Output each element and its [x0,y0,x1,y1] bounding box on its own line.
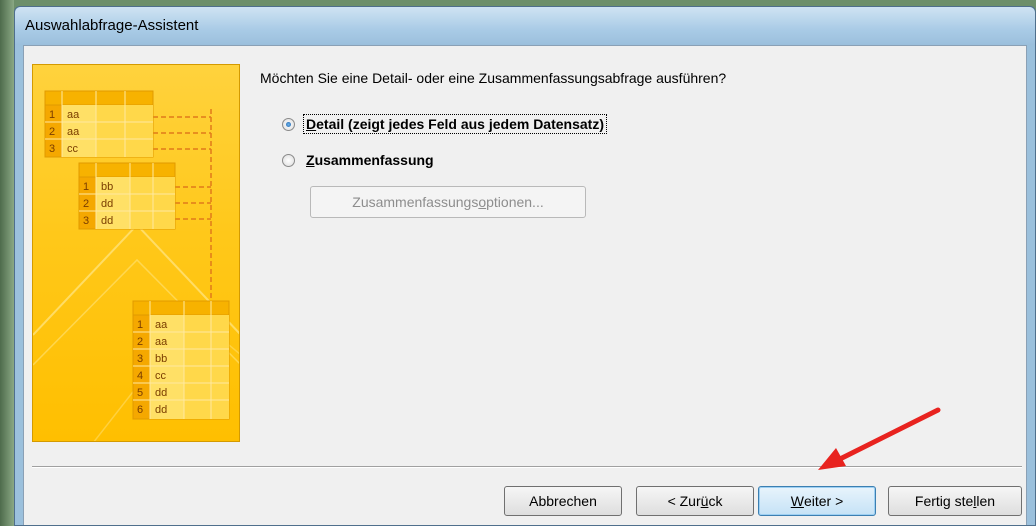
t3-n-3: 4 [137,370,143,382]
t3-n-1: 2 [137,336,143,348]
t1-n-1: 2 [49,126,55,138]
illustration-table-3 [132,300,230,420]
t1-n-2: 3 [49,143,55,155]
t2-n-0: 1 [83,181,89,193]
t3-n-4: 5 [137,387,143,399]
radio-detail[interactable]: Detail (zeigt jedes Feld aus jedem Daten… [282,114,607,134]
radio-detail-indicator[interactable] [282,117,295,131]
summary-options-mnemonic: o [478,194,487,210]
t1-v-2: cc [67,143,79,155]
t3-v-2: bb [155,353,167,365]
t2-n-1: 2 [83,198,89,210]
finish-text-a: Fertig ste [914,493,974,509]
summary-options-button[interactable]: Zusammenfassungs o ptionen... [310,186,586,218]
radio-detail-label[interactable]: Detail (zeigt jedes Feld aus jedem Daten… [303,114,607,134]
t3-n-5: 6 [137,404,143,416]
t3-v-3: cc [155,370,167,382]
desktop-background [0,0,14,526]
finish-button[interactable]: Fertig ste l len [888,486,1022,516]
t3-n-0: 1 [137,319,143,331]
wizard-window: Auswahlabfrage-Assistent 1 aa 2 aa 3 cc … [14,6,1036,526]
radio-summary[interactable]: Zusammenfassung [282,150,437,170]
back-text-b: ck [708,493,723,509]
next-text: eiter > [803,493,844,509]
t2-v-0: bb [101,181,113,193]
button-separator [32,466,1022,468]
t3-v-1: aa [155,336,168,348]
radio-summary-text: usammenfassung [314,152,434,168]
back-button[interactable]: < Zur ü ck [636,486,754,516]
t1-n-0: 1 [49,109,55,121]
wizard-client-area: 1 aa 2 aa 3 cc 1 bb 2 dd 3 dd 1 aa 2 aa [23,45,1027,525]
cancel-button[interactable]: Abbrechen [504,486,622,516]
back-text-a: < Zur [667,493,701,509]
illustration-table-2 [78,162,176,230]
summary-options-text-b: ptionen... [486,194,544,210]
radio-summary-indicator[interactable] [282,153,295,167]
illustration-table-1 [44,90,154,158]
t2-n-2: 3 [83,215,89,227]
t2-v-1: dd [101,198,113,210]
title-bar[interactable]: Auswahlabfrage-Assistent [15,7,1035,45]
next-button[interactable]: Weiter > [758,486,876,516]
next-mnemonic: W [790,493,804,509]
t3-n-2: 3 [137,353,143,365]
t2-v-2: dd [101,215,113,227]
wizard-illustration: 1 aa 2 aa 3 cc 1 bb 2 dd 3 dd 1 aa 2 aa [32,64,240,442]
radio-detail-mnemonic: D [306,116,317,132]
back-mnemonic: ü [700,493,709,509]
t1-v-1: aa [67,126,80,138]
t3-v-5: dd [155,404,167,416]
radio-summary-label[interactable]: Zusammenfassung [303,150,437,170]
illustration-graphic: 1 aa 2 aa 3 cc 1 bb 2 dd 3 dd 1 aa 2 aa [33,90,239,441]
radio-summary-mnemonic: Z [306,152,315,168]
wizard-question: Möchten Sie eine Detail- oder eine Zusam… [260,70,727,86]
t3-v-4: dd [155,387,167,399]
window-title: Auswahlabfrage-Assistent [25,17,199,34]
t3-v-0: aa [155,319,168,331]
summary-options-text-a: Zusammenfassungs [352,194,479,210]
finish-text-b: len [976,493,996,509]
t1-v-0: aa [67,109,80,121]
radio-detail-text: etail (zeigt jedes Feld aus jedem Datens… [316,116,604,132]
